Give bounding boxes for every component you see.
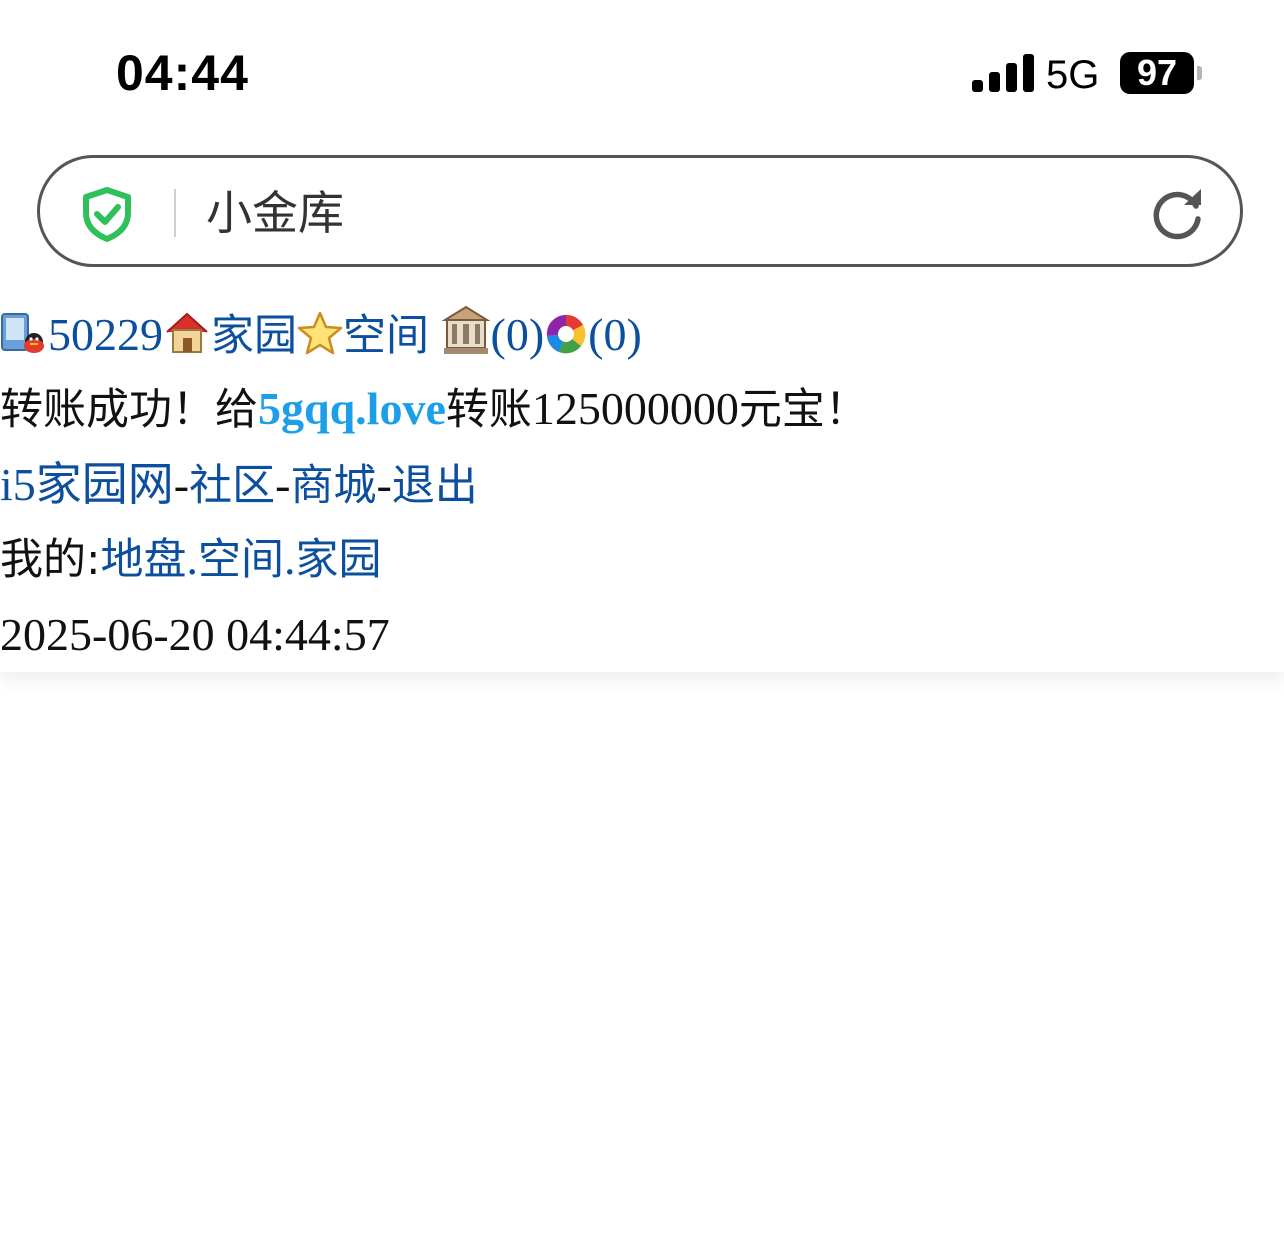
page-title: 小金库 [206,186,344,240]
battery-nub [1197,66,1202,80]
reload-icon[interactable] [1148,185,1206,243]
nav-separator: - [173,459,190,510]
recipient-link[interactable]: 5gqq.love [258,383,446,434]
user-online-icon [1,313,44,353]
user-info-line: 50229 家园 空间 (0) (0) [0,304,642,365]
land-link[interactable]: 地盘 [101,535,187,585]
bank-count-link[interactable]: (0) [491,309,545,360]
status-time: 04:44 [116,45,249,101]
star-icon [297,311,343,355]
dot-separator: . [284,533,296,584]
album-icon [546,314,586,354]
message-suffix: 元宝！ [738,385,868,435]
home-link[interactable]: 家园 [211,311,297,361]
battery-icon: 97 [1120,52,1194,94]
nav-separator: - [376,459,392,510]
home-site-label: i5家园网 [0,459,174,510]
home-site-link[interactable]: i5家园网 [0,459,174,510]
my-links: 我的:地盘.空间.家园 [0,530,382,589]
shield-check-icon[interactable] [80,186,134,242]
nav-separator: - [275,459,291,510]
nav-links: i5家园网-社区-商城-退出 [0,456,478,515]
signal-icon [972,54,1034,92]
my-home-link[interactable]: 家园 [296,535,382,585]
page-content: 50229 家园 空间 (0) (0) 转账成功！给5gqq.love转账125… [0,282,1284,672]
community-link[interactable]: 社区 [189,461,275,511]
logout-link[interactable]: 退出 [392,461,478,511]
house-icon [166,312,208,353]
transfer-amount: 125000000 [531,383,739,434]
user-id-link[interactable]: 50229 [48,309,163,360]
battery-level: 97 [1136,52,1178,93]
my-label: 我的: [0,535,101,585]
my-space-link[interactable]: 空间 [198,535,284,585]
bank-icon [440,305,491,354]
dot-separator: . [186,533,199,584]
shop-link[interactable]: 商城 [290,461,376,511]
message-prefix: 转账成功！给 [0,385,258,435]
address-divider [174,189,176,237]
message-mid: 转账 [445,385,532,435]
transfer-message: 转账成功！给5gqq.love转账125000000元宝！ [0,380,868,439]
timestamp: 2025-06-20 04:44:57 [0,609,390,660]
space-link[interactable]: 空间 [343,311,429,361]
album-count-link[interactable]: (0) [588,309,642,360]
network-type: 5G [1046,53,1100,97]
